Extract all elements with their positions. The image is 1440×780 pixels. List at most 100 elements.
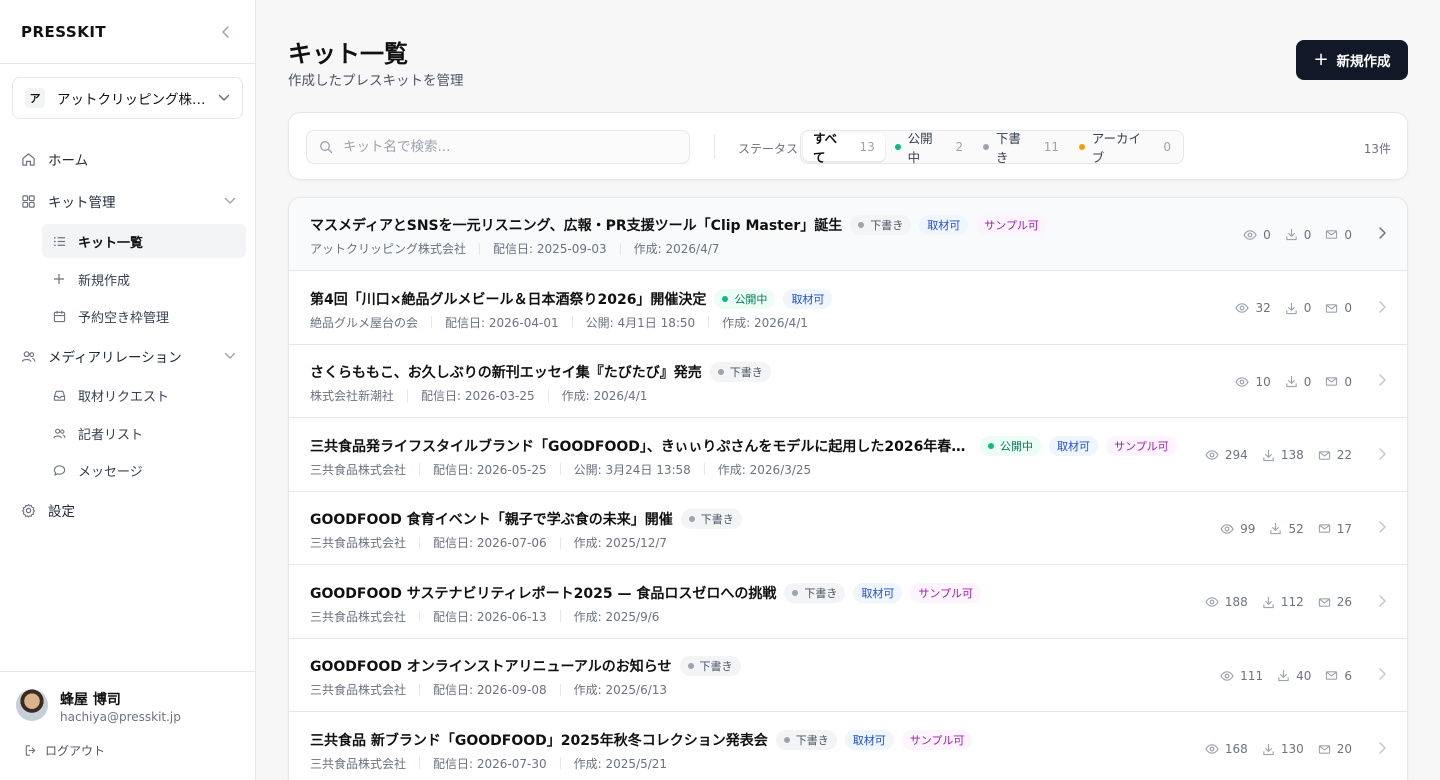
kit-title[interactable]: 第4回「川口×絶品グルメビール＆日本酒祭り2026」開催決定 (310, 289, 706, 309)
status-filter-label: ステータス (738, 142, 799, 156)
new-kit-button[interactable]: + 新規作成 (1296, 40, 1408, 80)
nav-booking-slots[interactable]: 予約空き枠管理 (42, 299, 246, 333)
download-icon (1285, 302, 1298, 315)
logout-label: ログアウト (45, 744, 106, 758)
kit-title-line: 三共食品 新ブランド「GOODFOOD」2025年秋冬コレクション発表会 下書き 取… (310, 729, 973, 751)
status-dot (783, 736, 790, 743)
chevron-right-icon[interactable] (1378, 667, 1387, 681)
home-icon (20, 151, 36, 167)
chevron-right-icon[interactable] (1378, 226, 1387, 240)
kit-row[interactable]: マスメディアとSNSを一元リスニング、広報・PR支援ツール「Clip Maste… (289, 198, 1407, 271)
status-badge-label: 公開中 (734, 292, 768, 306)
org-name: アットクリッピング株式会社 (57, 92, 212, 108)
kit-row[interactable]: GOODFOOD オンラインストアリニューアルのお知らせ 下書き 三共食品株式会社 配… (289, 639, 1407, 712)
nav-kit-list-label: キット一覧 (78, 235, 144, 251)
chevron-right-icon[interactable] (1378, 741, 1387, 755)
chevron-right-icon[interactable] (1378, 300, 1387, 314)
chevron-down-icon (218, 94, 230, 102)
status-dot (792, 589, 799, 596)
nav-home[interactable]: ホーム (12, 141, 244, 177)
chevron-right-icon[interactable] (1378, 373, 1387, 387)
status-tab-label: 公開中 (907, 131, 933, 165)
kit-stats: 0 0 0 (1229, 198, 1352, 271)
kit-row[interactable]: GOODFOOD 食育イベント「親子で学ぶ食の未来」開催 下書き 三共食品株式会社 配… (289, 492, 1407, 565)
view-count-value: 111 (1240, 668, 1264, 683)
nav-interview-requests[interactable]: 取材リクエスト (42, 378, 246, 412)
message-count: 17 (1318, 522, 1352, 536)
view-count-value: 294 (1224, 448, 1248, 462)
view-count-value: 32 (1255, 301, 1271, 315)
nav-kit-management-label: キット管理 (48, 195, 116, 211)
message-count: 26 (1318, 595, 1352, 609)
inbox-icon (52, 388, 66, 402)
kit-stats: 168 130 20 (1191, 713, 1352, 780)
mail-icon (1318, 449, 1331, 462)
meta-separator (708, 316, 710, 328)
nav-settings[interactable]: 設定 (12, 492, 244, 528)
status-badge-label: 公開中 (1000, 439, 1033, 453)
nav-media-relations[interactable]: メディアリレーション (12, 338, 244, 374)
status-dot (894, 144, 901, 150)
nav-messages[interactable]: メッセージ (42, 453, 246, 487)
view-count: 0 (1243, 228, 1271, 242)
download-count: 0 (1285, 228, 1311, 242)
kit-title[interactable]: GOODFOOD サステナビリティレポート2025 — 食品ロスゼロへの挑戦 (310, 583, 776, 603)
kit-row[interactable]: さくらももこ、お久しぶりの新刊エッセイ集『たびたび』発売 下書き 株式会社新潮社 配信… (289, 345, 1407, 418)
brand-logo[interactable]: PRESSKIT (21, 23, 106, 41)
view-count-value: 188 (1224, 595, 1248, 609)
status-tab-0[interactable]: すべて 13 (803, 131, 885, 165)
company-name: アットクリッピング株式会社 (310, 242, 467, 256)
calendar-icon (52, 309, 66, 323)
kit-row[interactable]: 三共食品発ライフスタイルブランド「GOODFOOD」、きぃぃりぷさんをモデルに起… (289, 419, 1407, 492)
status-dot (988, 442, 994, 449)
nav-booking-slots-label: 予約空き枠管理 (78, 310, 170, 326)
published-at: 公開: 3月24日 13:58 (573, 462, 691, 477)
nav-new-kit[interactable]: 新規作成 (42, 262, 246, 296)
status-tab-3[interactable]: アーカイブ 0 (1069, 131, 1181, 165)
mail-icon (1318, 743, 1331, 756)
kit-title[interactable]: GOODFOOD オンラインストアリニューアルのお知らせ (310, 656, 672, 676)
nav-kit-list[interactable]: キット一覧 (42, 224, 246, 258)
message-count-value: 6 (1344, 668, 1352, 683)
meta-separator (559, 757, 561, 769)
kit-title[interactable]: GOODFOOD 食育イベント「親子で学ぶ食の未来」開催 (310, 509, 673, 529)
search-input[interactable] (343, 139, 673, 155)
status-tab-label: すべて (813, 131, 838, 165)
kit-title[interactable]: さくらももこ、お久しぶりの新刊エッセイ集『たびたび』発売 (310, 362, 702, 382)
organization-select[interactable]: ア アットクリッピング株式会社 (12, 77, 243, 119)
release-date: 配信日: 2025-09-03 (493, 242, 607, 256)
status-badge: 公開中 (714, 288, 776, 309)
mail-icon (1318, 522, 1331, 535)
status-tab-1[interactable]: 公開中 2 (885, 131, 973, 165)
collapse-sidebar-icon[interactable] (219, 25, 233, 39)
download-icon (1262, 596, 1275, 609)
logout-button[interactable]: ログアウト (24, 742, 105, 759)
nav-kit-management[interactable]: キット管理 (12, 183, 244, 219)
kit-title[interactable]: 三共食品発ライフスタイルブランド「GOODFOOD」、きぃぃりぷさんをモデルに起… (310, 436, 972, 456)
chevron-right-icon[interactable] (1378, 520, 1387, 534)
plus-icon (52, 272, 66, 286)
nav-reporter-list[interactable]: 記者リスト (42, 416, 246, 450)
search-box[interactable] (306, 130, 690, 164)
status-tab-2[interactable]: 下書き 11 (973, 131, 1069, 165)
meta-separator (431, 316, 433, 328)
kit-title[interactable]: マスメディアとSNSを一元リスニング、広報・PR支援ツール「Clip Maste… (310, 215, 842, 235)
sample-badge: サンプル可 (1106, 435, 1177, 456)
status-filter-tabs: すべて 13 公開中 2 下書き 11 アーカイブ 0 (800, 130, 1184, 165)
meta-separator (479, 242, 481, 255)
kit-row[interactable]: 三共食品 新ブランド「GOODFOOD」2025年秋冬コレクション発表会 下書き 取… (289, 713, 1407, 780)
chevron-right-icon[interactable] (1378, 594, 1387, 608)
users-icon (20, 348, 36, 364)
interview-badge: 取材可 (853, 582, 903, 603)
mail-icon (1325, 228, 1338, 241)
kit-row[interactable]: 第4回「川口×絶品グルメビール＆日本酒祭り2026」開催決定 公開中 取材可 絶品グル… (289, 272, 1407, 345)
kit-title[interactable]: 三共食品 新ブランド「GOODFOOD」2025年秋冬コレクション発表会 (310, 730, 768, 750)
chevron-right-icon[interactable] (1378, 447, 1387, 461)
mail-icon (1325, 375, 1338, 388)
download-count-value: 112 (1280, 595, 1304, 609)
download-icon (1277, 669, 1290, 682)
avatar[interactable] (16, 689, 48, 721)
view-count: 168 (1205, 742, 1248, 756)
kit-row[interactable]: GOODFOOD サステナビリティレポート2025 — 食品ロスゼロへの挑戦 下書… (289, 566, 1407, 639)
created-date: 作成: 2025/6/13 (573, 683, 668, 697)
